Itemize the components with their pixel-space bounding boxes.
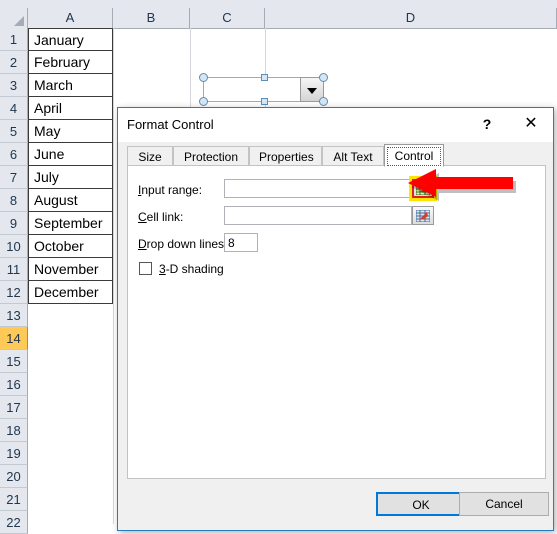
tab-protection[interactable]: Protection bbox=[173, 146, 249, 166]
tab-label: Alt Text bbox=[333, 150, 373, 164]
row-header-19[interactable]: 19 bbox=[0, 442, 28, 465]
row-header-5[interactable]: 5 bbox=[0, 120, 28, 143]
row-header-17[interactable]: 17 bbox=[0, 396, 28, 419]
column-header-a[interactable]: A bbox=[28, 8, 113, 28]
row-header-16[interactable]: 16 bbox=[0, 373, 28, 396]
cell-link-label: Cell link: bbox=[138, 210, 184, 224]
cell-a4[interactable]: April bbox=[28, 97, 113, 120]
three-d-shading-checkbox[interactable] bbox=[139, 262, 152, 275]
combo-box-form-control[interactable] bbox=[199, 73, 328, 106]
range-select-icon bbox=[416, 209, 430, 222]
cell-a3[interactable]: March bbox=[28, 74, 113, 97]
cell-a12[interactable]: December bbox=[28, 281, 113, 304]
cell-link-select-icon[interactable] bbox=[412, 206, 434, 225]
row-header-1[interactable]: 1 bbox=[0, 28, 28, 51]
tab-alt-text[interactable]: Alt Text bbox=[322, 146, 384, 166]
cell-a5[interactable]: May bbox=[28, 120, 113, 143]
tab-control[interactable]: Control bbox=[384, 144, 444, 167]
control-tab-panel: Input range: Cell link: Drop down lines:… bbox=[127, 165, 546, 479]
cell-a7[interactable]: July bbox=[28, 166, 113, 189]
row-header-10[interactable]: 10 bbox=[0, 235, 28, 258]
row-header-21[interactable]: 21 bbox=[0, 488, 28, 511]
row-header-3[interactable]: 3 bbox=[0, 74, 28, 97]
row-header-13[interactable]: 13 bbox=[0, 304, 28, 327]
input-range-select-icon[interactable] bbox=[409, 176, 437, 201]
tab-properties[interactable]: Properties bbox=[249, 146, 322, 166]
cell-link-field[interactable] bbox=[224, 206, 412, 225]
input-range-label: Input range: bbox=[138, 183, 203, 197]
column-header-b[interactable]: B bbox=[113, 8, 190, 28]
help-button[interactable]: ? bbox=[467, 108, 507, 140]
resize-handle-se[interactable] bbox=[319, 97, 328, 106]
row-header-20[interactable]: 20 bbox=[0, 465, 28, 488]
tab-label: Protection bbox=[183, 150, 239, 164]
close-icon[interactable]: ✕ bbox=[511, 108, 551, 140]
dialog-tab-strip[interactable]: Size Protection Properties Alt Text Control bbox=[127, 144, 546, 167]
row-header-14[interactable]: 14 bbox=[0, 327, 28, 350]
drop-down-lines-field[interactable] bbox=[224, 233, 258, 252]
three-d-shading-label: 3-D shading bbox=[159, 262, 224, 276]
cell-a8[interactable]: August bbox=[28, 189, 113, 212]
dialog-title: Format Control bbox=[127, 117, 214, 132]
ok-button[interactable]: OK bbox=[376, 492, 466, 516]
row-header-9[interactable]: 9 bbox=[0, 212, 28, 235]
input-range-field[interactable] bbox=[224, 179, 412, 198]
tab-label: Properties bbox=[259, 150, 314, 164]
select-all-corner[interactable] bbox=[0, 8, 28, 28]
cell-a11[interactable]: November bbox=[28, 258, 113, 281]
resize-handle-ne[interactable] bbox=[319, 73, 328, 82]
row-header-11[interactable]: 11 bbox=[0, 258, 28, 281]
resize-handle-sw[interactable] bbox=[199, 97, 208, 106]
row-header-4[interactable]: 4 bbox=[0, 97, 28, 120]
row-header-12[interactable]: 12 bbox=[0, 281, 28, 304]
cell-a1[interactable]: January bbox=[28, 28, 113, 51]
column-header-d[interactable]: D bbox=[265, 8, 557, 28]
cell-a2[interactable]: February bbox=[28, 51, 113, 74]
grid-column-divider bbox=[113, 28, 114, 524]
row-header-6[interactable]: 6 bbox=[0, 143, 28, 166]
format-control-dialog[interactable]: Format Control ? ✕ Size Protection Propert… bbox=[117, 107, 554, 531]
resize-handle-s[interactable] bbox=[261, 98, 268, 105]
row-header-15[interactable]: 15 bbox=[0, 350, 28, 373]
drop-down-lines-label: Drop down lines: bbox=[138, 237, 228, 251]
column-header-c[interactable]: C bbox=[190, 8, 265, 28]
row-header-18[interactable]: 18 bbox=[0, 419, 28, 442]
cancel-button[interactable]: Cancel bbox=[459, 492, 549, 516]
row-header-8[interactable]: 8 bbox=[0, 189, 28, 212]
select-all-triangle-icon bbox=[14, 16, 24, 26]
cell-a6[interactable]: June bbox=[28, 143, 113, 166]
resize-handle-n[interactable] bbox=[261, 74, 268, 81]
tab-focus-ring bbox=[387, 147, 441, 166]
cell-a9[interactable]: September bbox=[28, 212, 113, 235]
chevron-down-icon bbox=[307, 87, 317, 94]
tab-label: Size bbox=[138, 150, 162, 164]
cell-a10[interactable]: October bbox=[28, 235, 113, 258]
row-header-22[interactable]: 22 bbox=[0, 511, 28, 534]
range-select-icon bbox=[416, 182, 430, 195]
column-header-row: ABCD bbox=[0, 8, 557, 29]
dialog-title-bar[interactable]: Format Control ? ✕ bbox=[118, 108, 553, 142]
row-header-2[interactable]: 2 bbox=[0, 51, 28, 74]
tab-size[interactable]: Size bbox=[127, 146, 173, 166]
row-header-7[interactable]: 7 bbox=[0, 166, 28, 189]
resize-handle-nw[interactable] bbox=[199, 73, 208, 82]
